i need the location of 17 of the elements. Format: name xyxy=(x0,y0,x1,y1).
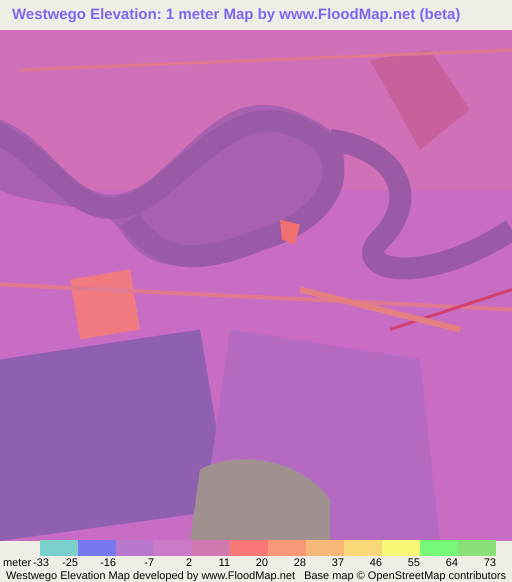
footer-credit: Westwego Elevation Map developed by www.FloodMap.net xyxy=(6,570,296,582)
legend-tick: 46 xyxy=(370,557,382,570)
legend-tick: -25 xyxy=(62,557,78,570)
legend-unit: meter xyxy=(3,557,32,570)
legend-tick: 73 xyxy=(484,557,496,570)
legend-tick: 55 xyxy=(408,557,420,570)
legend-tick: 37 xyxy=(332,557,344,570)
legend-tick: -7 xyxy=(144,557,154,570)
map-title: Westwego Elevation: 1 meter Map by www.FloodMap.net (beta) xyxy=(12,4,460,25)
legend-tick: 20 xyxy=(256,557,268,570)
legend-tick: 28 xyxy=(294,557,306,570)
base-map-credit: Base map © OpenStreetMap contributors xyxy=(304,570,506,582)
legend-tick: 11 xyxy=(218,557,230,570)
legend-tick: 2 xyxy=(186,557,192,570)
legend-tick: -33 xyxy=(33,557,50,570)
legend-tick: 64 xyxy=(446,557,458,570)
legend-tick: -16 xyxy=(100,557,116,570)
